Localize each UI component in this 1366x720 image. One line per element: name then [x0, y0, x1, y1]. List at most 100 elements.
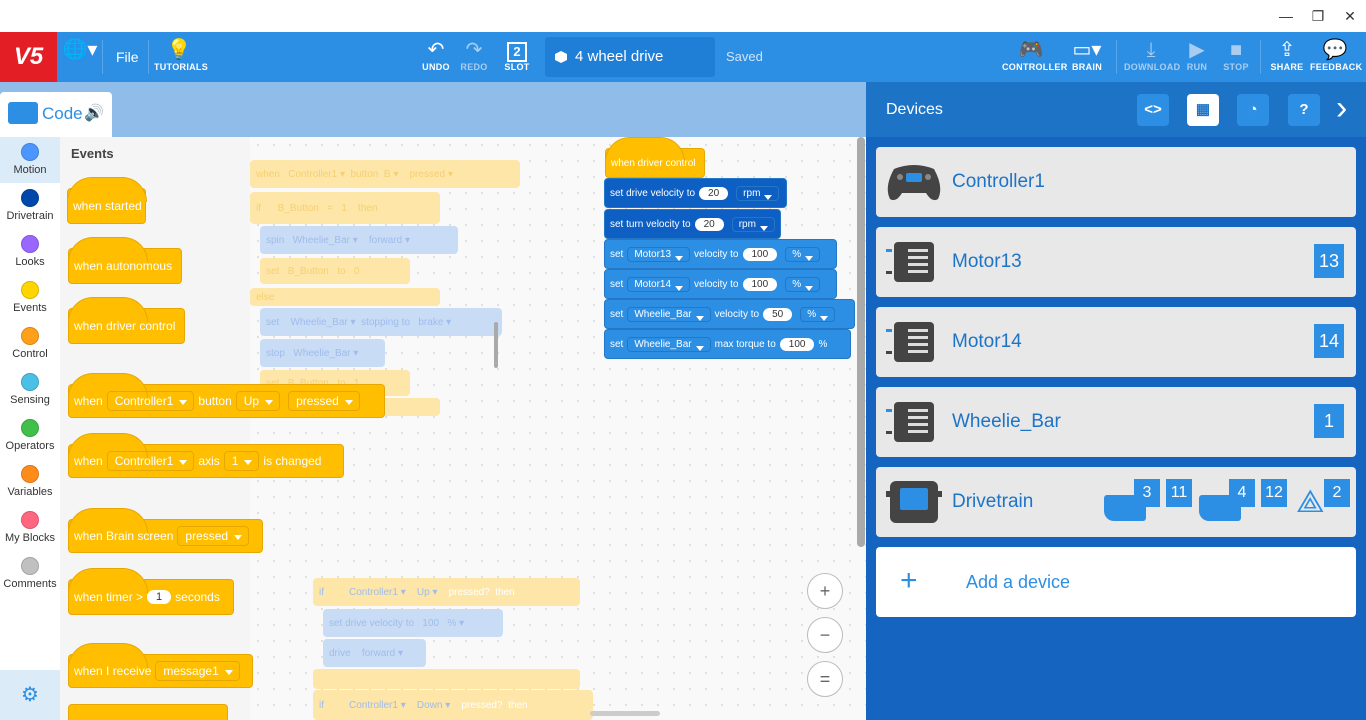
torque-input[interactable]: 100: [779, 337, 815, 351]
set-wheelie-velocity-block[interactable]: set Wheelie_Bar velocity to 50 %: [604, 299, 855, 329]
block-text: set: [610, 338, 624, 350]
motor-dropdown[interactable]: Wheelie_Bar: [627, 336, 711, 352]
stop-button[interactable]: ■ STOP: [1220, 32, 1252, 82]
unit-dropdown[interactable]: rpm: [736, 185, 780, 201]
category-sensing[interactable]: Sensing: [0, 367, 60, 413]
state-dropdown[interactable]: pressed: [288, 391, 360, 411]
code-tab[interactable]: Code 🔊: [0, 92, 112, 137]
workspace-horizontal-scrollbar[interactable]: [590, 711, 660, 716]
state-dropdown[interactable]: pressed: [177, 526, 250, 546]
extensions-button[interactable]: ⚙: [0, 670, 60, 720]
redo-button[interactable]: ↷ REDO: [458, 32, 490, 82]
faded-stop-block[interactable]: stop Wheelie_Bar ▾: [260, 339, 385, 367]
faded-if-pressed-block[interactable]: if Controller1 ▾ Up ▾ pressed? then: [313, 578, 580, 606]
unit-dropdown[interactable]: rpm: [731, 216, 775, 232]
when-autonomous-block[interactable]: when autonomous: [68, 237, 182, 284]
undo-button[interactable]: ↶ UNDO: [420, 32, 452, 82]
close-icon[interactable]: ✕: [1340, 6, 1360, 26]
controller-dropdown[interactable]: Controller1: [106, 391, 195, 411]
controller-button[interactable]: 🎮 CONTROLLER: [1002, 32, 1067, 82]
category-variables[interactable]: Variables: [0, 459, 60, 505]
collapse-panel-icon[interactable]: ›: [1336, 90, 1347, 126]
motor-dropdown[interactable]: Wheelie_Bar: [627, 306, 711, 322]
message-dropdown[interactable]: message1: [155, 661, 240, 681]
zoom-in-button[interactable]: +: [807, 573, 843, 609]
motor-dropdown[interactable]: Motor13: [627, 246, 691, 262]
palette-scrollbar[interactable]: [494, 322, 498, 368]
unit-dropdown[interactable]: %: [800, 306, 836, 322]
set-drive-velocity-block[interactable]: set drive velocity to 20 rpm: [604, 178, 787, 208]
run-button[interactable]: ▶ RUN: [1182, 32, 1212, 82]
set-motor13-velocity-block[interactable]: set Motor13 velocity to 100 %: [604, 239, 837, 269]
feedback-button[interactable]: 💬 FEEDBACK: [1310, 32, 1362, 82]
when-driver-control-hat[interactable]: when driver control: [605, 137, 705, 178]
device-card-motor13[interactable]: Motor13 13: [876, 227, 1356, 297]
when-timer-block[interactable]: when timer > 1 seconds: [68, 568, 234, 615]
set-motor14-velocity-block[interactable]: set Motor14 velocity to 100 %: [604, 269, 837, 299]
project-name-field[interactable]: 4 wheel drive: [545, 37, 715, 77]
device-card-motor14[interactable]: Motor14 14: [876, 307, 1356, 377]
faded-text: =: [327, 202, 334, 214]
faded-if-down-block[interactable]: if Controller1 ▾ Down ▾ pressed? then: [313, 690, 593, 720]
when-driver-control-block[interactable]: when driver control: [68, 297, 185, 344]
restore-icon[interactable]: ❐: [1308, 6, 1328, 26]
stop-label: STOP: [1223, 62, 1249, 72]
tutorials-button[interactable]: 💡 TUTORIALS: [154, 32, 208, 82]
faded-set-block[interactable]: set B_Button to 0: [260, 258, 410, 284]
file-menu[interactable]: File: [116, 49, 139, 65]
help-button[interactable]: ?: [1288, 94, 1320, 126]
set-wheelie-torque-block[interactable]: set Wheelie_Bar max torque to 100 %: [604, 329, 851, 359]
when-axis-changed-block[interactable]: when Controller1 axis 1 is changed: [68, 433, 344, 478]
turn-velocity-input[interactable]: 20: [694, 217, 724, 231]
category-events[interactable]: Events: [0, 275, 60, 321]
unit-dropdown[interactable]: %: [785, 246, 821, 262]
slot-button[interactable]: 2 SLOT: [502, 32, 532, 82]
faded-if-block[interactable]: if B_Button = 1 then: [250, 192, 440, 224]
add-device-button[interactable]: + Add a device: [876, 547, 1356, 617]
velocity-input[interactable]: 100: [742, 247, 778, 261]
category-comments[interactable]: Comments: [0, 551, 60, 597]
faded-spin-block[interactable]: spin Wheelie_Bar ▾ forward ▾: [260, 226, 458, 254]
controller-dropdown[interactable]: Controller1: [106, 451, 195, 471]
motor-dropdown[interactable]: Motor14: [627, 276, 691, 292]
set-turn-velocity-block[interactable]: set turn velocity to 20 rpm: [604, 209, 781, 239]
unit-dropdown[interactable]: %: [785, 276, 821, 292]
when-brain-screen-block[interactable]: when Brain screen pressed: [68, 508, 263, 553]
when-i-receive-block[interactable]: when I receive message1: [68, 643, 253, 688]
zoom-reset-button[interactable]: =: [807, 661, 843, 697]
category-control[interactable]: Control: [0, 321, 60, 367]
axis-dropdown[interactable]: 1: [223, 451, 260, 471]
device-card-controller[interactable]: Controller1: [876, 147, 1356, 217]
device-card-drivetrain[interactable]: Drivetrain 3 11 4 12 ⟁ 2: [876, 467, 1356, 537]
code-viewer-button[interactable]: <>: [1137, 94, 1169, 126]
faded-stopping-block[interactable]: set Wheelie_Bar ▾ stopping to brake ▾: [260, 308, 502, 336]
cutoff-block[interactable]: [68, 704, 228, 720]
faded-when-button-block[interactable]: when Controller1 ▾ button B ▾ pressed ▾: [250, 160, 520, 188]
category-operators[interactable]: Operators: [0, 413, 60, 459]
category-motion[interactable]: Motion: [0, 137, 60, 183]
when-started-block[interactable]: when started: [67, 177, 147, 224]
devices-button[interactable]: ▦: [1187, 94, 1219, 126]
category-my-blocks[interactable]: My Blocks: [0, 505, 60, 551]
button-dropdown[interactable]: Up: [235, 391, 281, 411]
workspace-vertical-scrollbar[interactable]: [857, 137, 865, 547]
faded-drive-block[interactable]: drive forward ▾: [323, 639, 426, 667]
download-button[interactable]: ⤓ DOWNLOAD: [1124, 32, 1180, 82]
share-button[interactable]: ⇪ SHARE: [1268, 32, 1306, 82]
faded-else-block[interactable]: else: [250, 288, 440, 306]
when-button-pressed-block[interactable]: when Controller1 button Up pressed: [68, 373, 385, 418]
speaker-icon[interactable]: 🔊: [84, 103, 104, 123]
dashboard-button[interactable]: ◔: [1237, 94, 1269, 126]
category-drivetrain[interactable]: Drivetrain: [0, 183, 60, 229]
velocity-input[interactable]: 50: [763, 307, 793, 321]
device-card-wheelie-bar[interactable]: Wheelie_Bar 1: [876, 387, 1356, 457]
zoom-out-button[interactable]: −: [807, 617, 843, 653]
faded-drive-velocity-block[interactable]: set drive velocity to 100 % ▾: [323, 609, 503, 637]
velocity-input[interactable]: 100: [742, 277, 778, 291]
minimize-icon[interactable]: —: [1276, 6, 1296, 26]
brain-button[interactable]: ▭▾ BRAIN: [1064, 32, 1110, 82]
category-looks[interactable]: Looks: [0, 229, 60, 275]
language-button[interactable]: 🌐▾: [62, 32, 98, 82]
timer-value-input[interactable]: 1: [147, 590, 172, 604]
drive-velocity-input[interactable]: 20: [699, 186, 729, 200]
